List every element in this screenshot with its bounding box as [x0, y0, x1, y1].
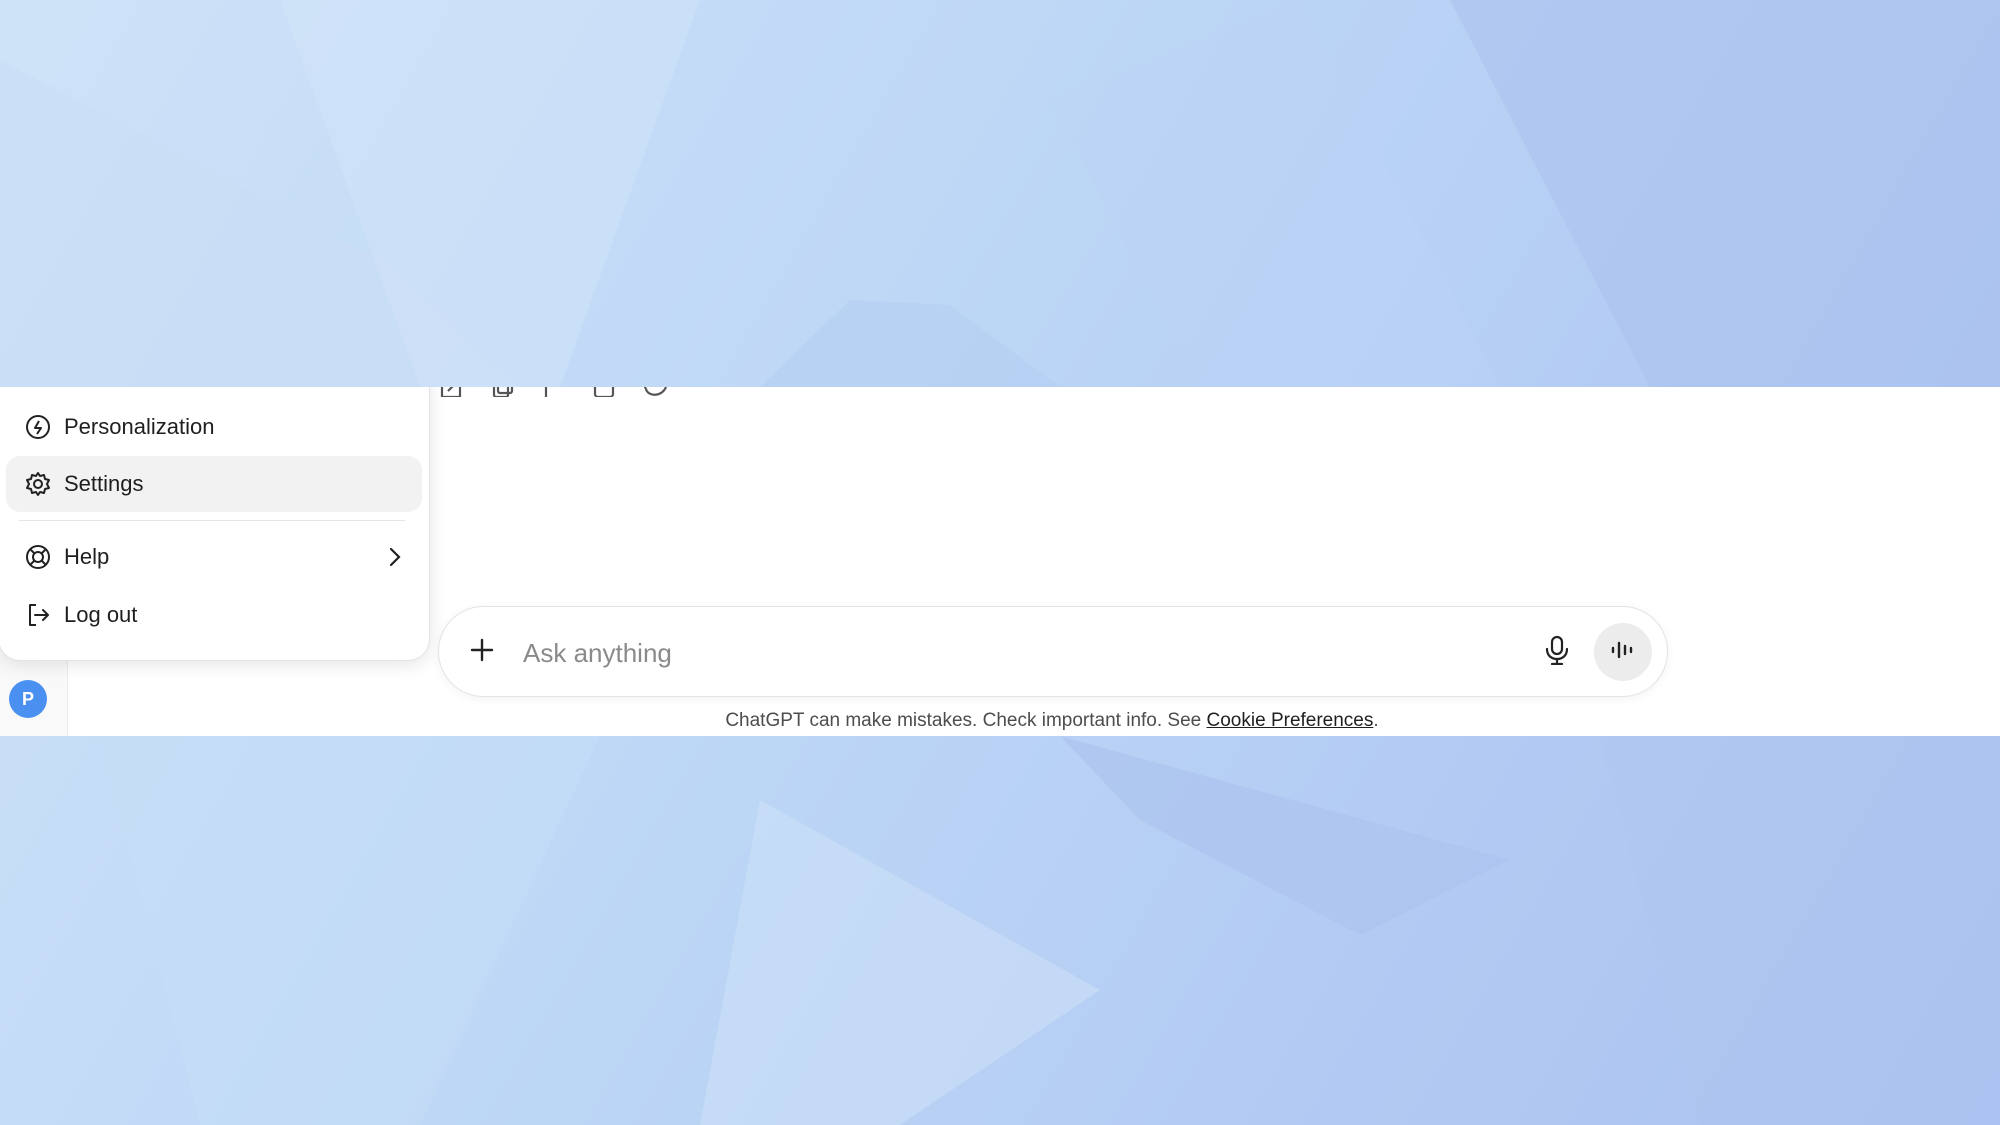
- menu-item-label: Settings: [64, 471, 144, 496]
- menu-item-settings[interactable]: Settings: [6, 456, 422, 512]
- menu-divider: [19, 520, 405, 521]
- lifebuoy-icon: [24, 543, 52, 571]
- edit-icon[interactable]: [438, 387, 466, 397]
- app-window: P Personalization Settings Help Log out …: [0, 387, 2000, 736]
- logout-icon: [24, 601, 52, 629]
- menu-item-help[interactable]: Help: [6, 529, 422, 585]
- microphone-icon: [1544, 635, 1570, 670]
- account-menu: Personalization Settings Help Log out: [0, 387, 430, 661]
- menu-item-logout[interactable]: Log out: [6, 587, 422, 643]
- add-attachment-button[interactable]: [459, 629, 505, 675]
- menu-item-personalization[interactable]: Personalization: [6, 399, 422, 455]
- voice-mode-button[interactable]: [1594, 623, 1652, 681]
- prompt-input[interactable]: [523, 633, 1423, 673]
- composer: [438, 606, 1668, 697]
- share-icon[interactable]: [591, 387, 619, 397]
- menu-item-label: Log out: [64, 602, 138, 627]
- cookie-preferences-link[interactable]: Cookie Preferences: [1207, 710, 1374, 731]
- regenerate-icon[interactable]: [642, 387, 670, 397]
- copy-icon[interactable]: [489, 387, 517, 397]
- waveform-icon: [1610, 639, 1636, 666]
- footer-disclaimer: ChatGPT can make mistakes. Check importa…: [0, 710, 2000, 732]
- dictate-button[interactable]: [1534, 629, 1580, 675]
- chevron-right-icon: [382, 545, 406, 569]
- menu-item-label: Help: [64, 544, 110, 569]
- disclaimer-text: ChatGPT can make mistakes. Check importa…: [725, 710, 1207, 731]
- message-actions: [438, 387, 718, 397]
- thumbs-up-icon[interactable]: [540, 387, 568, 397]
- personalization-icon: [24, 413, 52, 441]
- gear-icon: [24, 470, 52, 498]
- plus-icon: [469, 637, 495, 668]
- disclaimer-suffix: .: [1373, 710, 1379, 731]
- menu-item-label: Personalization: [64, 414, 215, 439]
